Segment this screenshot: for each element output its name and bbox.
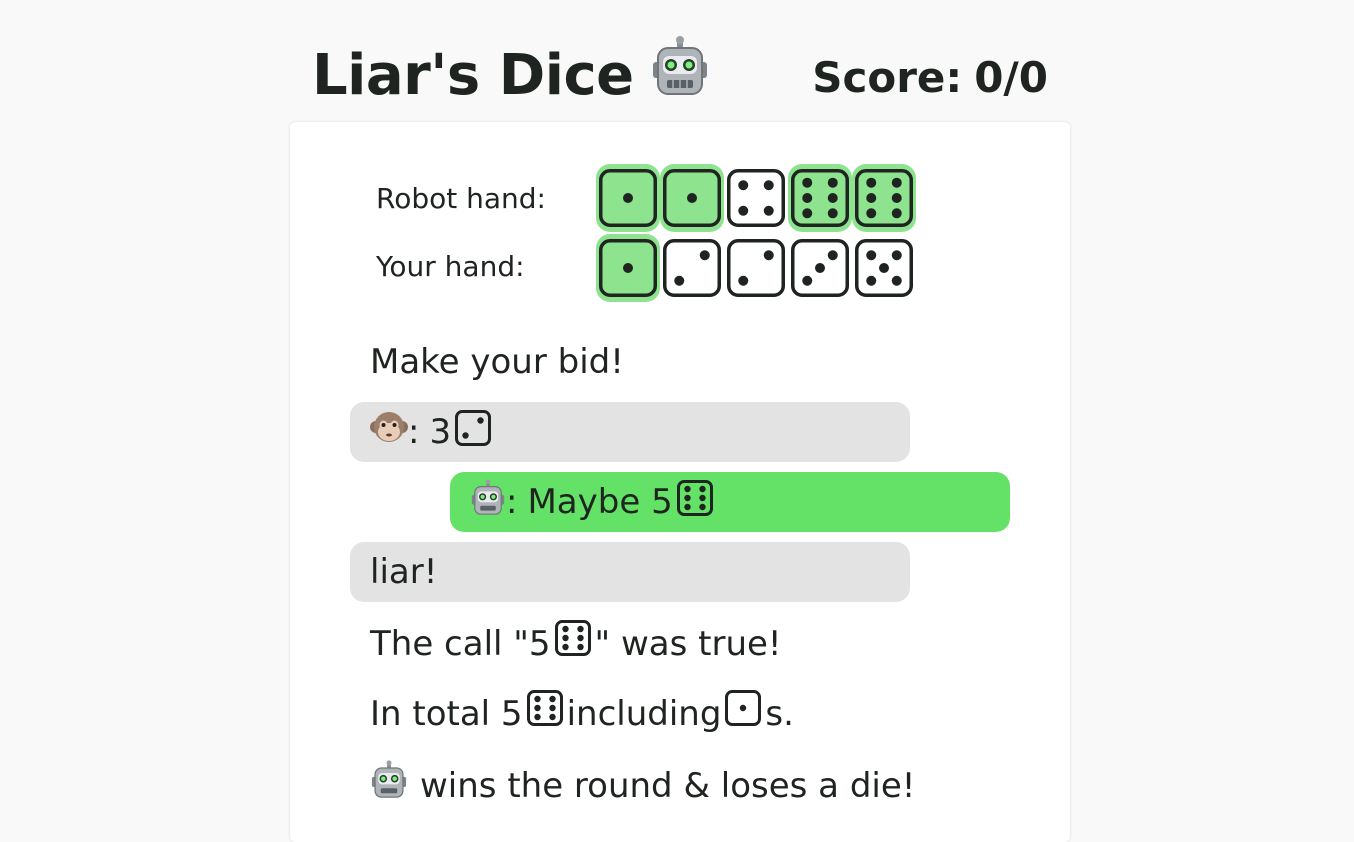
robot-bid-sep: :	[506, 482, 518, 522]
robot-hand-die-5	[852, 164, 916, 232]
result-line-3: wins the round & loses a die!	[370, 760, 915, 811]
result-line-1: The call "5 " was true!	[370, 620, 782, 667]
die-face-3-icon	[791, 239, 849, 297]
robot-hand-die-1	[596, 164, 660, 232]
die-face-2-icon	[663, 239, 721, 297]
prompt-message: Make your bid!	[370, 342, 624, 382]
die-face-1-icon	[725, 690, 762, 737]
page-title: Liar's Dice	[312, 36, 710, 115]
player-call-bubble: liar!	[350, 542, 910, 602]
robot-hand-die-4	[788, 164, 852, 232]
result-line-2: In total 5 including s.	[370, 690, 794, 737]
die-face-4-icon	[727, 169, 785, 227]
your-hand-die-5	[852, 234, 916, 302]
die-face-6-icon	[855, 169, 913, 227]
die-face-6-icon	[554, 620, 591, 667]
die-face-2-icon	[727, 239, 785, 297]
result-line-3-text: wins the round & loses a die!	[420, 765, 916, 806]
player-bid-sep: :	[408, 412, 420, 452]
result-line-2-post: s.	[765, 693, 794, 734]
title-text: Liar's Dice	[312, 42, 634, 108]
your-hand-die-3	[724, 234, 788, 302]
your-hand-label: Your hand:	[376, 250, 525, 283]
your-hand-die-2	[660, 234, 724, 302]
die-face-1-icon	[599, 169, 657, 227]
game-card: Robot hand: Your hand: Make your bid! : …	[290, 122, 1070, 842]
result-line-1-pre: The call "5	[370, 623, 551, 664]
die-face-6-icon	[526, 690, 563, 737]
robot-icon	[370, 760, 408, 811]
robot-hand-die-3	[724, 164, 788, 232]
die-face-6-icon	[791, 169, 849, 227]
monkey-icon	[370, 409, 408, 456]
robot-icon	[470, 478, 506, 526]
die-face-1-icon	[599, 239, 657, 297]
robot-bid-text: Maybe 5	[527, 482, 673, 522]
result-line-2-pre: In total 5	[370, 693, 523, 734]
die-face-2-icon	[455, 409, 492, 455]
robot-hand-die-2	[660, 164, 724, 232]
robot-hand-label: Robot hand:	[376, 182, 546, 215]
player-bid-count: 3	[429, 412, 452, 452]
die-face-5-icon	[855, 239, 913, 297]
player-call-text: liar!	[370, 552, 438, 592]
score-value: 0/0	[974, 53, 1048, 102]
header: Liar's Dice Score: 0/0	[312, 36, 1052, 116]
score-label: Score:	[812, 53, 963, 102]
robot-bid-bubble: : Maybe 5	[450, 472, 1010, 532]
die-face-1-icon	[663, 169, 721, 227]
your-hand-die-1	[596, 234, 660, 302]
result-line-1-post: " was true!	[594, 623, 782, 664]
result-line-2-mid: including	[566, 693, 722, 734]
score-display: Score: 0/0	[812, 50, 1048, 106]
die-face-6-icon	[676, 479, 713, 525]
robot-icon	[650, 36, 710, 115]
your-hand-die-4	[788, 234, 852, 302]
player-bid-bubble: : 3	[350, 402, 910, 462]
